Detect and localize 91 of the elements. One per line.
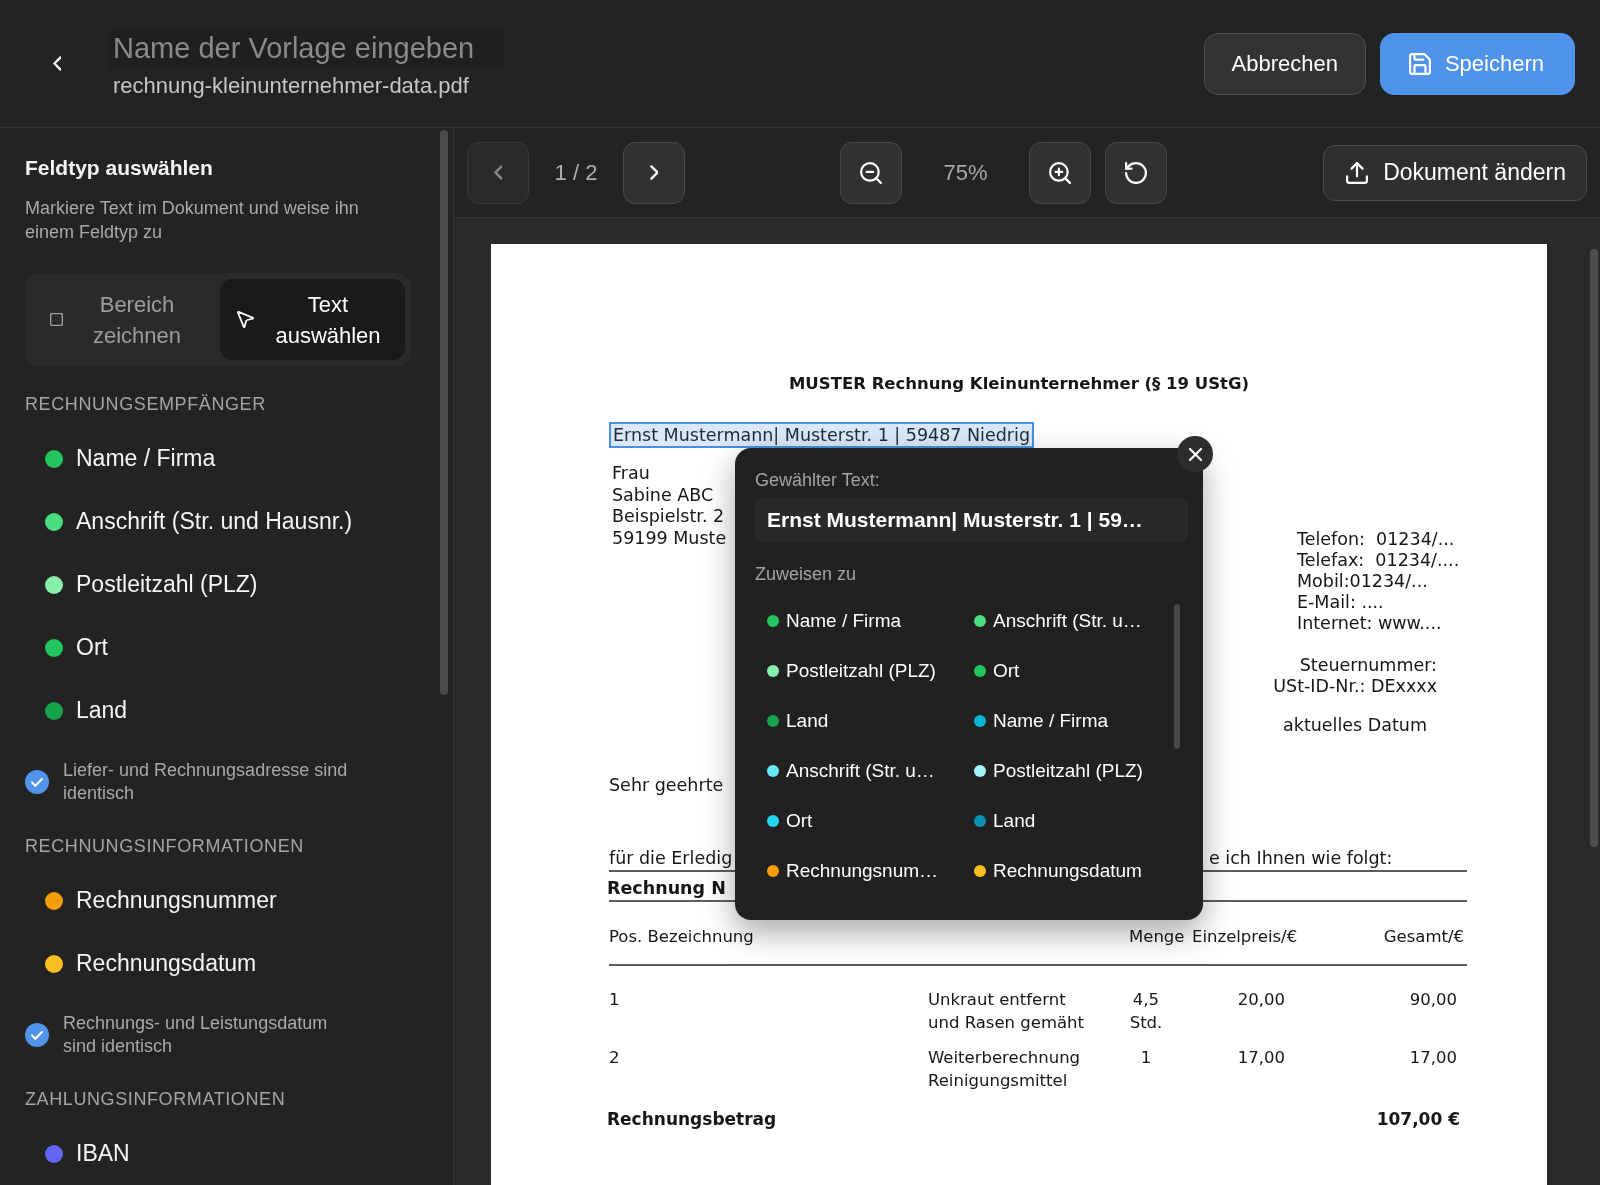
tax-line: USt-ID-Nr.: DExxxx bbox=[1272, 676, 1437, 697]
save-icon bbox=[1408, 52, 1431, 75]
checkbox-label: Liefer- und Rechnungsadresse sind identisch bbox=[63, 759, 349, 805]
total-amount: 107,00 € bbox=[1376, 1108, 1460, 1130]
zoom-level: 75% bbox=[942, 159, 989, 186]
chevron-left-icon bbox=[52, 56, 62, 71]
assign-option[interactable]: Land bbox=[755, 705, 835, 737]
popup-label: Gewählter Text: bbox=[755, 469, 880, 492]
field-type-item[interactable]: Rechnungsnummer bbox=[25, 869, 285, 932]
field-type-item[interactable]: Anschrift (Str. und Hausnr.) bbox=[25, 490, 361, 553]
section-heading: RECHNUNGSINFORMATIONEN bbox=[25, 835, 305, 858]
rotate-icon bbox=[1125, 161, 1147, 184]
cursor-icon bbox=[237, 311, 254, 328]
table-cell-text: 4,5 Std. bbox=[1129, 989, 1163, 1034]
zoom-in-icon bbox=[1049, 161, 1071, 184]
field-type-item[interactable]: Land bbox=[25, 679, 136, 742]
document-title: MUSTER Rechnung Kleinunternehmer (§ 19 UStG) bbox=[787, 373, 1251, 395]
column-header: Gesamt/€ bbox=[1383, 926, 1464, 948]
body-text: e ich Ihnen wie folgt: bbox=[1209, 847, 1393, 869]
checkbox[interactable] bbox=[25, 1023, 49, 1047]
field-type-item[interactable]: Postleitzahl (PLZ) bbox=[25, 553, 266, 616]
column-header: Menge bbox=[1129, 926, 1185, 948]
chevron-right-icon bbox=[649, 165, 659, 180]
upload-icon bbox=[1346, 161, 1369, 184]
field-type-item[interactable]: Rechnungsdatum bbox=[25, 932, 265, 995]
mode-tab[interactable]: Bereich zeichnen bbox=[31, 279, 216, 360]
assign-option[interactable]: Anschrift (Str. u… bbox=[755, 755, 941, 787]
table-cell-text: Unkraut entfernt und Rasen gemäht bbox=[928, 989, 1085, 1034]
template-name-field[interactable]: Name der Vorlage eingeben bbox=[108, 28, 504, 69]
zoom-in-button[interactable] bbox=[1029, 141, 1091, 204]
assign-option[interactable]: Rechnungsdatum bbox=[962, 855, 1148, 887]
tax-line: Steuernummer: bbox=[1298, 655, 1437, 676]
table-cell-text: 2 bbox=[609, 1047, 620, 1069]
field-type-item[interactable]: Ort bbox=[25, 616, 116, 679]
sidebar-description: Markiere Text im Dokument und weise ihn einem Feldtyp zu bbox=[25, 197, 360, 244]
table-cell-text: 17,00 bbox=[1409, 1047, 1457, 1069]
contact-line: Telefon: 01234/... bbox=[1296, 529, 1456, 550]
file-name: rechnung-kleinunternehmer-data.pdf bbox=[112, 73, 469, 99]
table-cell-text: 17,00 bbox=[1237, 1047, 1285, 1069]
table-cell-text: Weiterberechnung Reinigungsmittel bbox=[928, 1047, 1081, 1092]
page-indicator: 1 / 2 bbox=[553, 159, 599, 186]
contact-line: E-Mail: .... bbox=[1296, 592, 1385, 613]
checkbox[interactable] bbox=[25, 770, 49, 794]
section-heading: RECHNUNGSEMPFÄNGER bbox=[25, 393, 267, 416]
change-document-button[interactable]: Dokument ändern bbox=[1323, 144, 1587, 201]
zoom-out-button[interactable] bbox=[840, 141, 902, 204]
table-cell-text: 1 bbox=[609, 989, 620, 1011]
assign-option[interactable]: Ort bbox=[755, 805, 819, 837]
column-header: Einzelpreis/€ bbox=[1192, 926, 1298, 948]
column-header: Pos. Bezeichnung bbox=[609, 926, 754, 948]
section-heading: ZAHLUNGSINFORMATIONEN bbox=[25, 1088, 287, 1111]
checkbox-label: Rechnungs- und Leistungsdatum sind identisch bbox=[63, 1012, 329, 1058]
assign-option[interactable]: Rechnungsnum… bbox=[755, 855, 945, 887]
field-type-item[interactable]: Name / Firma bbox=[25, 427, 224, 490]
assign-option[interactable]: Postleitzahl (PLZ) bbox=[962, 755, 1149, 787]
table-cell-text: 1 bbox=[1140, 1047, 1152, 1069]
table-cell-text: 20,00 bbox=[1237, 989, 1285, 1011]
rotate-button[interactable] bbox=[1105, 141, 1167, 204]
sidebar-title: Feldtyp auswählen bbox=[25, 155, 214, 181]
selected-text-highlight: Ernst Mustermann| Musterstr. 1 | 59487 Niedrig bbox=[609, 422, 1035, 448]
assign-option[interactable]: Anschrift (Str. u… bbox=[962, 605, 1148, 637]
assign-option[interactable]: Name / Firma bbox=[755, 605, 908, 637]
address-line: Frau bbox=[612, 463, 650, 485]
date-text: aktuelles Datum bbox=[1282, 714, 1428, 736]
contact-line: Mobil:01234/... bbox=[1296, 571, 1429, 592]
assign-option[interactable]: Postleitzahl (PLZ) bbox=[755, 655, 942, 687]
total-label: Rechnungsbetrag bbox=[607, 1108, 777, 1130]
field-type-item[interactable]: IBAN bbox=[25, 1122, 138, 1185]
close-icon bbox=[1188, 447, 1202, 461]
body-text: für die Erledig bbox=[609, 847, 733, 869]
contact-line: Telefax: 01234/.... bbox=[1296, 550, 1461, 571]
invoice-number-label: Rechnung N bbox=[607, 877, 726, 899]
scrollbar[interactable] bbox=[1174, 604, 1180, 749]
assign-option[interactable]: Name / Firma bbox=[962, 705, 1115, 737]
assign-option[interactable]: Land bbox=[962, 805, 1042, 837]
scrollbar[interactable] bbox=[1590, 249, 1598, 847]
chevron-left-icon bbox=[493, 165, 503, 180]
table-cell-text: 90,00 bbox=[1409, 989, 1457, 1011]
contact-line: Internet: www.... bbox=[1296, 613, 1443, 634]
address-line: Beispielstr. 2 bbox=[612, 506, 725, 528]
selected-text-preview: Ernst Mustermann| Musterstr. 1 | 59… bbox=[755, 498, 1188, 542]
assign-option[interactable]: Ort bbox=[962, 655, 1026, 687]
close-button[interactable] bbox=[1177, 436, 1213, 472]
address-line: 59199 Muste bbox=[612, 527, 727, 549]
address-line: Sabine ABC bbox=[612, 484, 714, 506]
cancel-button[interactable]: Abbrechen bbox=[1203, 32, 1366, 95]
mode-tab[interactable]: Text auswählen bbox=[220, 279, 405, 360]
salutation-text: Sehr geehrte bbox=[609, 774, 724, 796]
zoom-out-icon bbox=[860, 161, 882, 184]
popup-label: Zuweisen zu bbox=[755, 563, 857, 586]
scrollbar[interactable] bbox=[440, 130, 448, 695]
